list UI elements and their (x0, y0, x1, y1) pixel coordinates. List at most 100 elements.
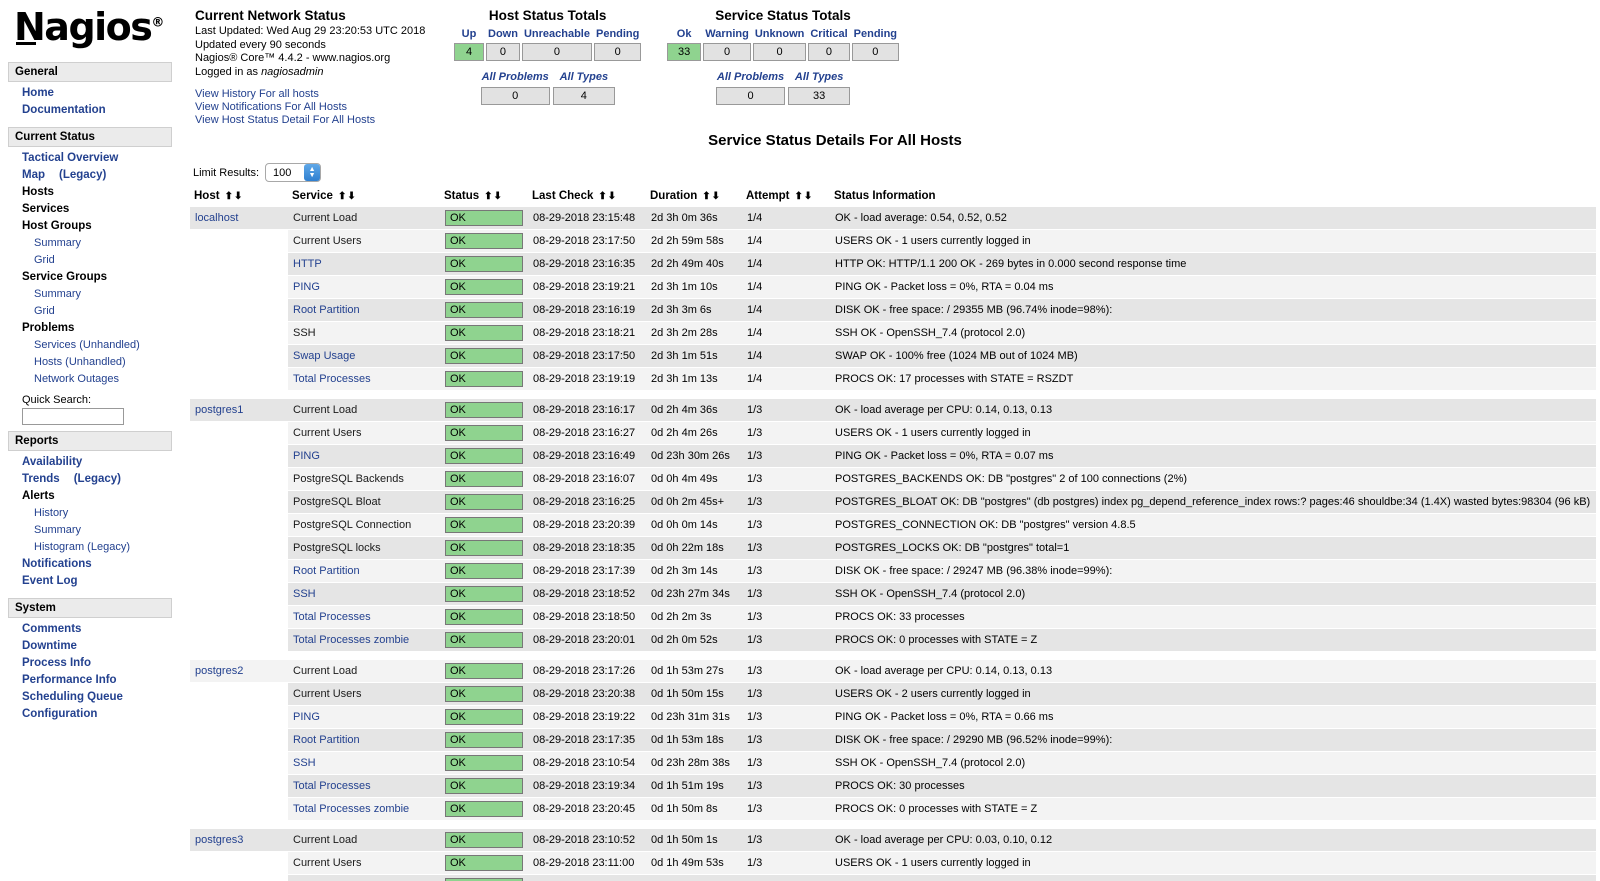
table-row[interactable]: Total Processes zombieOK08-29-2018 23:20… (190, 629, 1596, 652)
table-row[interactable]: PostgreSQL locksOK08-29-2018 23:18:350d … (190, 537, 1596, 560)
column-header-last-check[interactable]: Last Check⬆⬇ (528, 188, 646, 207)
service-name-link[interactable]: PostgreSQL Connection (293, 519, 411, 531)
service-name-link[interactable]: Current Users (293, 857, 361, 869)
column-header-status-information[interactable]: Status Information (830, 188, 1596, 207)
totals-count-cell[interactable]: 0 (594, 43, 641, 61)
service-cell[interactable]: SSH (288, 583, 440, 606)
sidebar-item-services[interactable]: Services (0, 201, 180, 218)
totals-column-header[interactable]: Unknown (753, 28, 807, 41)
table-row[interactable]: HTTPOK08-29-2018 23:16:352d 2h 49m 40s1/… (190, 253, 1596, 276)
service-name-link[interactable]: Total Processes (293, 611, 371, 623)
sort-arrows-icon[interactable]: ⬆⬇ (338, 191, 357, 202)
subtotals-count-cell[interactable]: 33 (788, 87, 850, 105)
service-cell[interactable]: PING (288, 445, 440, 468)
service-name-link[interactable]: PostgreSQL Backends (293, 473, 404, 485)
service-name-link[interactable]: Total Processes zombie (293, 634, 409, 646)
sidebar-item-event-log[interactable]: Event Log (0, 573, 180, 590)
service-cell[interactable]: Current Users (288, 852, 440, 875)
service-name-link[interactable]: PING (293, 711, 320, 723)
sidebar-item-legacy-label[interactable]: (Legacy) (74, 473, 121, 485)
service-cell[interactable]: Current Load (288, 660, 440, 683)
table-row[interactable]: PostgreSQL BackendsOK08-29-2018 23:16:07… (190, 468, 1596, 491)
totals-count-cell[interactable]: 0 (808, 43, 849, 61)
table-row[interactable]: SSHOK08-29-2018 23:18:520d 23h 27m 34s1/… (190, 583, 1596, 606)
service-cell[interactable]: PostgreSQL Connection (288, 514, 440, 537)
service-cell[interactable]: Current Users (288, 422, 440, 445)
totals-column-header[interactable]: Up (454, 28, 484, 41)
host-cell[interactable]: postgres3 (190, 829, 288, 852)
service-cell[interactable]: Current Load (288, 207, 440, 230)
table-row[interactable]: Current UsersOK08-29-2018 23:16:270d 2h … (190, 422, 1596, 445)
sort-arrows-icon[interactable]: ⬆⬇ (484, 191, 503, 202)
service-cell[interactable]: SSH (288, 752, 440, 775)
service-cell[interactable]: PostgreSQL Bloat (288, 491, 440, 514)
quick-search-input[interactable] (22, 408, 124, 425)
service-name-link[interactable]: HTTP (293, 258, 322, 270)
column-header-status[interactable]: Status⬆⬇ (440, 188, 528, 207)
host-cell[interactable]: localhost (190, 207, 288, 230)
service-name-link[interactable]: Root Partition (293, 304, 360, 316)
totals-count-cell[interactable]: 4 (454, 43, 484, 61)
table-row[interactable]: PostgreSQL ConnectionOK08-29-2018 23:20:… (190, 514, 1596, 537)
sidebar-item-downtime[interactable]: Downtime (0, 638, 180, 655)
table-row[interactable]: Total ProcessesOK08-29-2018 23:19:192d 3… (190, 368, 1596, 391)
table-row[interactable]: PINGOK08-29-2018 23:16:490d 23h 30m 26s1… (190, 445, 1596, 468)
service-cell[interactable]: Total Processes zombie (288, 798, 440, 821)
totals-count-cell[interactable]: 0 (486, 43, 520, 61)
service-cell[interactable]: Total Processes (288, 606, 440, 629)
table-row[interactable]: localhostCurrent LoadOK08-29-2018 23:15:… (190, 207, 1596, 230)
table-row[interactable]: PINGOK08-29-2018 23:19:212d 3h 1m 10s1/4… (190, 276, 1596, 299)
sidebar-item-performance-info[interactable]: Performance Info (0, 672, 180, 689)
service-cell[interactable]: PING (288, 706, 440, 729)
totals-column-header[interactable]: Down (486, 28, 520, 41)
service-cell[interactable]: Current Load (288, 829, 440, 852)
sidebar-item-network-outages[interactable]: Network Outages (0, 371, 180, 388)
totals-column-header[interactable]: Ok (667, 28, 701, 41)
sidebar-item-grid[interactable]: Grid (0, 303, 180, 320)
sidebar-item-summary[interactable]: Summary (0, 286, 180, 303)
service-cell[interactable]: PING (288, 276, 440, 299)
service-name-link[interactable]: Current Users (293, 427, 361, 439)
column-header-attempt[interactable]: Attempt⬆⬇ (742, 188, 830, 207)
service-name-link[interactable]: Current Load (293, 665, 357, 677)
sort-arrows-icon[interactable]: ⬆⬇ (225, 191, 244, 202)
network-status-link[interactable]: View Notifications For All Hosts (195, 101, 450, 114)
sidebar-item-alerts[interactable]: Alerts (0, 488, 180, 505)
totals-count-cell[interactable]: 33 (667, 43, 701, 61)
sidebar-item-configuration[interactable]: Configuration (0, 706, 180, 723)
service-name-link[interactable]: SSH (293, 757, 316, 769)
service-cell[interactable]: Current Users (288, 230, 440, 253)
totals-column-header[interactable]: Critical (808, 28, 849, 41)
service-cell[interactable]: PostgreSQL Backends (288, 468, 440, 491)
service-name-link[interactable]: PostgreSQL locks (293, 542, 381, 554)
sidebar-item-legacy-label[interactable]: (Legacy) (59, 169, 106, 181)
service-name-link[interactable]: SSH (293, 327, 316, 339)
table-row[interactable]: Current UsersOK08-29-2018 23:20:380d 1h … (190, 683, 1596, 706)
nagios-logo[interactable]: Nagios® (0, 0, 180, 56)
service-name-link[interactable]: Total Processes (293, 780, 371, 792)
sort-arrows-icon[interactable]: ⬆⬇ (794, 191, 813, 202)
service-cell[interactable]: Root Partition (288, 729, 440, 752)
subtotals-count-cell[interactable]: 0 (716, 87, 785, 105)
sidebar-item-trends[interactable]: Trends(Legacy) (0, 471, 180, 488)
table-row[interactable]: Root PartitionOK08-29-2018 23:17:390d 2h… (190, 560, 1596, 583)
host-cell[interactable]: postgres2 (190, 660, 288, 683)
service-cell[interactable]: PING (288, 875, 440, 881)
column-header-host[interactable]: Host⬆⬇ (190, 188, 288, 207)
table-row[interactable]: PINGOK08-29-2018 23:19:220d 23h 31m 31s1… (190, 706, 1596, 729)
sidebar-item-histogram-legacy[interactable]: Histogram (Legacy) (0, 539, 180, 556)
subtotals-column-header[interactable]: All Problems (481, 70, 550, 84)
service-name-link[interactable]: Root Partition (293, 565, 360, 577)
sort-arrows-icon[interactable]: ⬆⬇ (598, 191, 617, 202)
subtotals-count-cell[interactable]: 0 (481, 87, 550, 105)
network-status-link[interactable]: View History For all hosts (195, 88, 450, 101)
subtotals-column-header[interactable]: All Types (788, 70, 850, 84)
table-row[interactable]: Total Processes zombieOK08-29-2018 23:20… (190, 798, 1596, 821)
service-cell[interactable]: Current Users (288, 683, 440, 706)
service-cell[interactable]: Root Partition (288, 299, 440, 322)
subtotals-count-cell[interactable]: 4 (553, 87, 615, 105)
table-row[interactable]: PINGOK08-29-2018 23:18:180d 23h 32m 35s1… (190, 875, 1596, 881)
sidebar-item-notifications[interactable]: Notifications (0, 556, 180, 573)
chevron-updown-icon[interactable]: ▲▼ (304, 164, 320, 181)
totals-column-header[interactable]: Unreachable (522, 28, 592, 41)
